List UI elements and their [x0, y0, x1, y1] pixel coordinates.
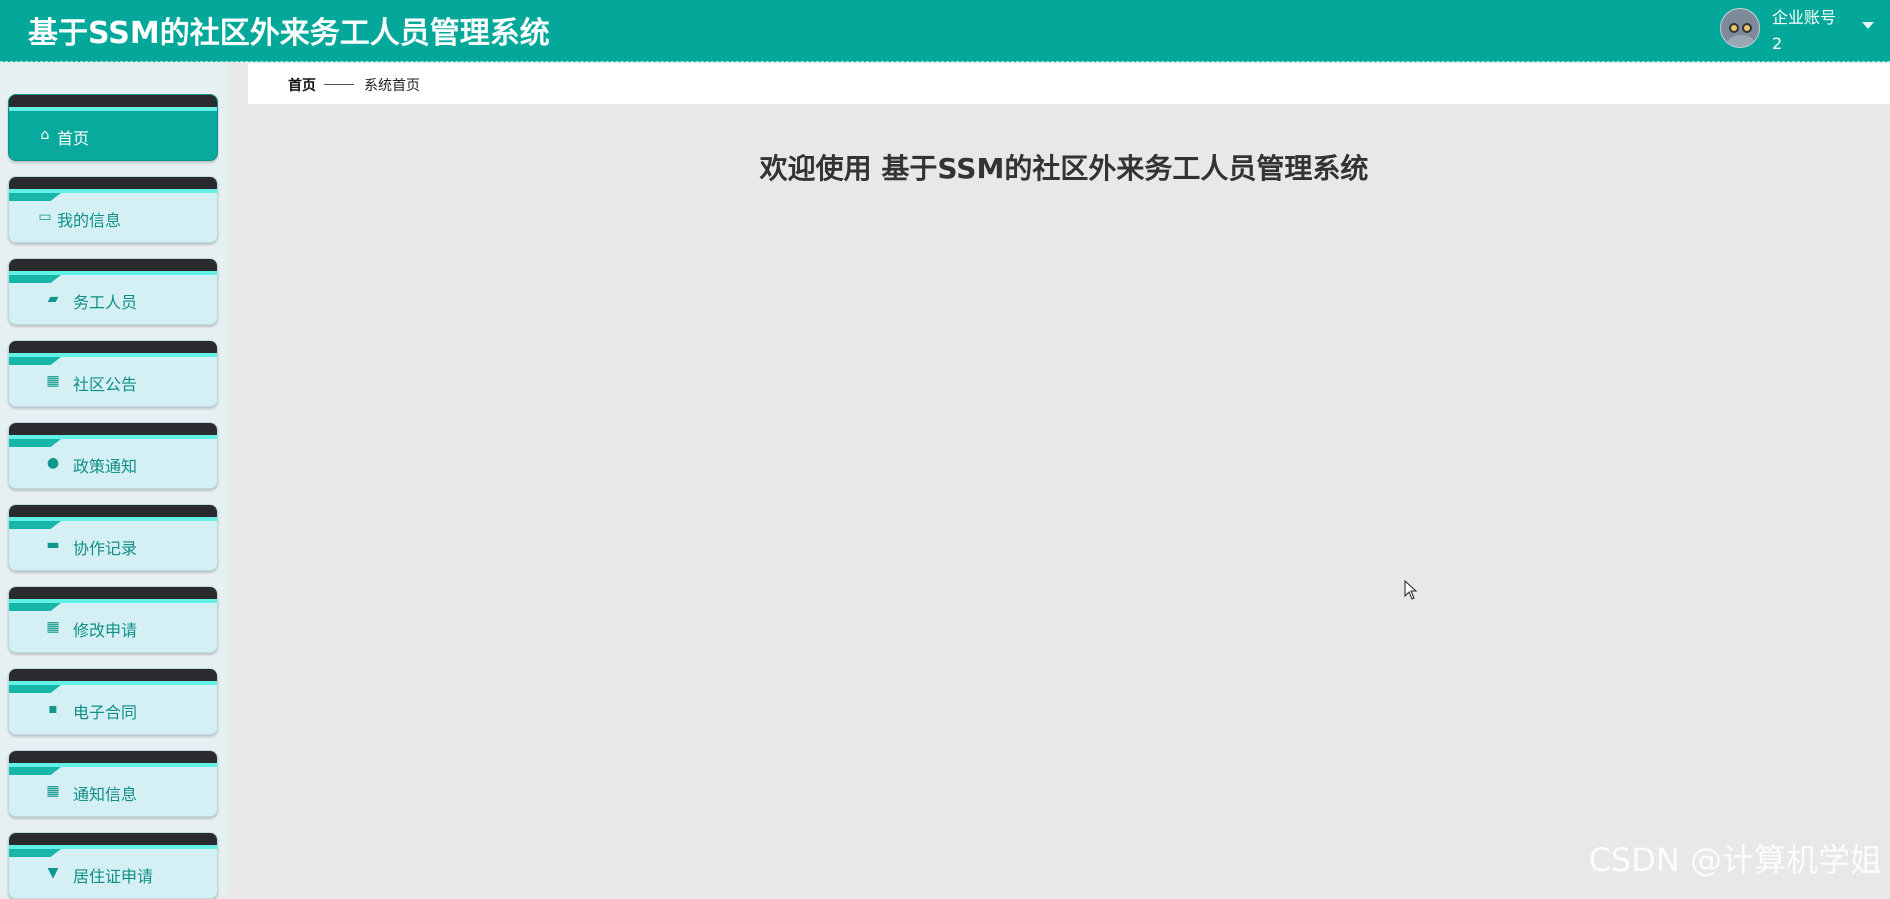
chevron-down-icon[interactable]: [1862, 22, 1874, 29]
watermark: CSDN @计算机学姐: [1589, 835, 1882, 881]
mouse-cursor-icon: [1404, 580, 1418, 600]
sidebar-item-policy[interactable]: ● 政策通知: [8, 422, 218, 489]
welcome-heading: 欢迎使用 基于SSM的社区外来务工人员管理系统: [248, 147, 1880, 187]
ticket-icon: ▰: [45, 291, 61, 307]
briefcase-icon: ▬: [45, 537, 61, 553]
breadcrumb-separator: [324, 84, 354, 85]
sidebar-item-residence[interactable]: ▼ 居住证申请: [8, 832, 218, 899]
sidebar-item-home[interactable]: ⌂ 首页: [8, 94, 218, 161]
sidebar-item-label: 社区公告: [73, 371, 137, 395]
sidebar-item-label: 居住证申请: [73, 863, 153, 887]
sidebar-item-collab[interactable]: ▬ 协作记录: [8, 504, 218, 571]
sidebar-item-label: 政策通知: [73, 453, 137, 477]
user-menu[interactable]: 企业账号 2: [1700, 0, 1890, 62]
sidebar-item-label: 通知信息: [73, 781, 137, 805]
wallet-icon: ▭: [37, 209, 53, 225]
avatar[interactable]: [1720, 8, 1760, 48]
apps-icon: ▦: [45, 619, 61, 635]
sidebar: ⌂ 首页 ▭ 我的信息 ▰ 务工人员 ▦ 社区公告 ● 政策通知 ▬ 协作记录 …: [0, 63, 228, 895]
user-role: 企业账号: [1772, 4, 1836, 28]
user-id: 2: [1772, 34, 1782, 53]
sidebar-item-label: 务工人员: [73, 289, 137, 313]
sidebar-item-label: 首页: [57, 125, 89, 149]
sidebar-item-my-info[interactable]: ▭ 我的信息: [8, 176, 218, 243]
grid-icon: ▦: [45, 783, 61, 799]
sidebar-item-label: 电子合同: [73, 699, 137, 723]
app-title: 基于SSM的社区外来务工人员管理系统: [28, 8, 550, 52]
home-icon: ⌂: [37, 127, 53, 143]
sidebar-item-label: 协作记录: [73, 535, 137, 559]
breadcrumb: 首页 系统首页: [248, 63, 1890, 104]
grid-icon: ▦: [45, 373, 61, 389]
sidebar-item-contract[interactable]: ▪ 电子合同: [8, 668, 218, 735]
sidebar-item-notices[interactable]: ▦ 通知信息: [8, 750, 218, 817]
breadcrumb-home[interactable]: 首页: [288, 75, 316, 95]
sidebar-item-announcements[interactable]: ▦ 社区公告: [8, 340, 218, 407]
sidebar-item-label: 修改申请: [73, 617, 137, 641]
pin-icon: ▼: [45, 865, 61, 881]
sidebar-item-change-request[interactable]: ▦ 修改申请: [8, 586, 218, 653]
breadcrumb-current: 系统首页: [364, 75, 420, 95]
top-header: 基于SSM的社区外来务工人员管理系统 企业账号 2: [0, 0, 1890, 62]
sidebar-item-workers[interactable]: ▰ 务工人员: [8, 258, 218, 325]
user-icon: ●: [45, 455, 61, 471]
sidebar-item-label: 我的信息: [57, 207, 121, 231]
chat-icon: ▪: [45, 701, 61, 717]
